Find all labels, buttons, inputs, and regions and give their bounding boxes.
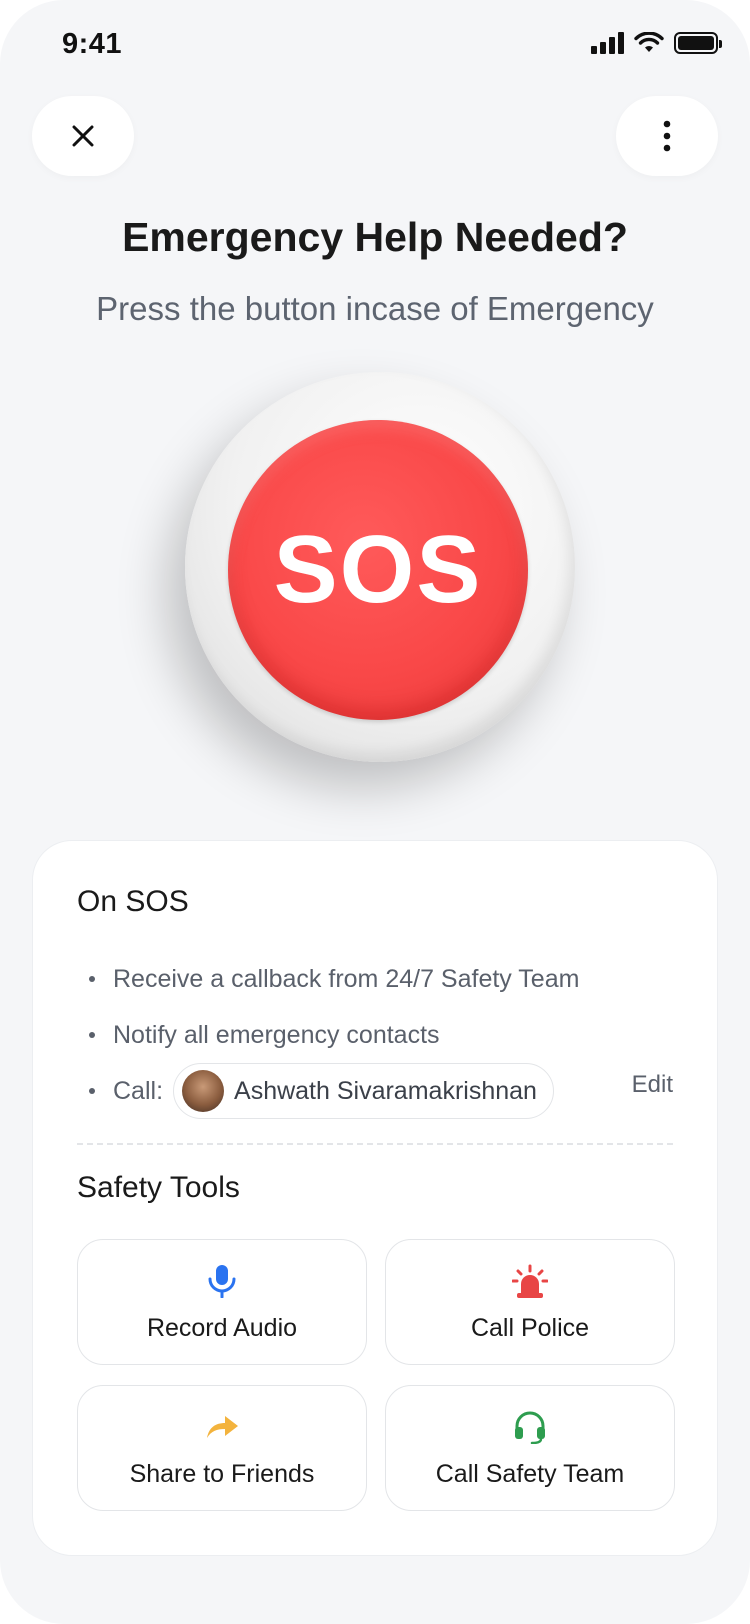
sos-button-housing: SOS [185, 372, 575, 762]
page-subtitle: Press the button incase of Emergency [96, 290, 654, 327]
edit-contact-link[interactable]: Edit [632, 1071, 673, 1099]
call-safety-team-button[interactable]: Call Safety Team [385, 1385, 675, 1511]
status-icons [591, 32, 722, 54]
on-sos-list: Receive a callback from 24/7 Safety Team… [89, 951, 709, 1119]
avatar [182, 1070, 225, 1112]
list-item-text: Receive a callback from 24/7 Safety Team [113, 964, 580, 993]
call-contact-row: Call: Ashwath Sivaramakrishnan [89, 1063, 709, 1119]
sos-label: SOS [273, 516, 483, 623]
phone-screen: 9:41 Emergency Help Needed? Press the bu… [0, 0, 750, 1624]
contact-chip[interactable]: Ashwath Sivaramakrishnan [173, 1063, 554, 1119]
wifi-icon [634, 32, 664, 52]
contact-name: Ashwath Sivaramakrishnan [234, 1076, 537, 1105]
page-title: Emergency Help Needed? [122, 214, 628, 260]
record-audio-button[interactable]: Record Audio [77, 1239, 367, 1365]
safety-tools-heading: Safety Tools [77, 1171, 240, 1204]
share-arrow-icon [203, 1408, 241, 1446]
close-button[interactable] [32, 96, 134, 176]
sos-info-card: On SOS Receive a callback from 24/7 Safe… [32, 840, 718, 1556]
list-item: Receive a callback from 24/7 Safety Team [89, 951, 709, 1007]
tool-label: Share to Friends [129, 1459, 315, 1488]
bullet-dot [89, 976, 95, 982]
call-label: Call: [113, 1076, 164, 1105]
on-sos-heading: On SOS [77, 885, 189, 918]
status-time: 9:41 [62, 28, 123, 60]
safety-tools-grid: Record Audio Call Police Share to Friend… [77, 1239, 675, 1511]
more-vertical-icon [663, 120, 671, 152]
more-options-button[interactable] [616, 96, 718, 176]
battery-icon [674, 32, 722, 54]
list-item-text: Notify all emergency contacts [113, 1020, 440, 1049]
sos-button[interactable]: SOS [228, 420, 528, 720]
call-police-button[interactable]: Call Police [385, 1239, 675, 1365]
close-icon [72, 125, 94, 147]
siren-icon [511, 1262, 549, 1300]
bullet-dot [89, 1088, 95, 1094]
headset-icon [511, 1408, 549, 1446]
divider [77, 1143, 673, 1145]
microphone-icon [203, 1262, 241, 1300]
tool-label: Call Safety Team [435, 1459, 625, 1488]
bullet-dot [89, 1032, 95, 1038]
share-to-friends-button[interactable]: Share to Friends [77, 1385, 367, 1511]
tool-label: Record Audio [146, 1313, 298, 1342]
list-item: Notify all emergency contacts [89, 1007, 709, 1063]
tool-label: Call Police [470, 1313, 590, 1342]
cellular-signal-icon [591, 32, 624, 54]
